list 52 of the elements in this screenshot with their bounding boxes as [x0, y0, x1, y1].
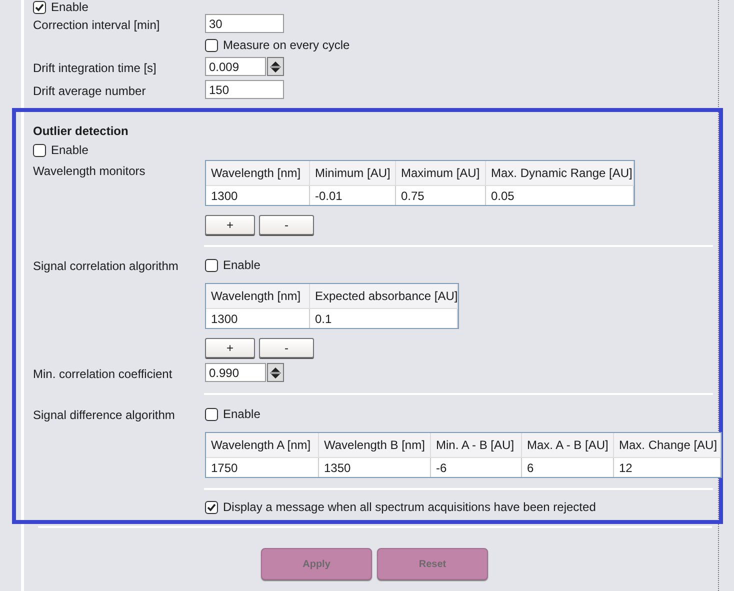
column-header: Max. A - B [AU] — [522, 433, 614, 457]
checkbox[interactable] — [205, 408, 218, 420]
field-label: Min. correlation coefficient — [33, 367, 172, 381]
field-label: Correction interval [min] — [33, 18, 160, 32]
table-cell[interactable]: 12 — [614, 458, 721, 477]
checkbox-label: Display a message when all spectrum acquisitions have been rejected — [223, 499, 596, 516]
checkbox[interactable] — [33, 0, 46, 14]
input-field[interactable]: 0.009 — [205, 57, 266, 76]
input-field[interactable]: 30 — [205, 14, 284, 33]
field-label: Signal correlation algorithm — [33, 259, 178, 273]
table-cell[interactable]: 0.75 — [396, 186, 486, 205]
checkbox-label: Measure on every cycle — [223, 37, 350, 54]
column-header: Minimum [AU] — [310, 161, 396, 185]
spinner-icon[interactable] — [267, 57, 284, 76]
column-header: Expected absorbance [AU] — [310, 284, 458, 308]
add-button[interactable]: + — [205, 215, 255, 235]
checkbox-label: Enable — [223, 257, 260, 274]
input-field[interactable]: 150 — [205, 80, 284, 99]
checkbox-label: Enable — [51, 0, 88, 14]
field-label: Drift average number — [33, 84, 146, 98]
checkbox-label: Enable — [51, 142, 88, 159]
table-cell[interactable]: 0.05 — [486, 186, 634, 205]
column-header: Min. A - B [AU] — [431, 433, 522, 457]
checkbox[interactable] — [205, 258, 218, 272]
table-cell[interactable]: 1300 — [206, 186, 310, 205]
field-label: Signal difference algorithm — [33, 408, 175, 422]
table-cell[interactable]: 1350 — [319, 458, 431, 477]
input-field[interactable]: 0.990 — [205, 363, 266, 382]
table-cell[interactable]: 1300 — [206, 309, 310, 328]
table-cell[interactable]: 6 — [522, 458, 614, 477]
table-cell[interactable]: -0.01 — [310, 186, 396, 205]
table-cell[interactable]: -6 — [431, 458, 522, 477]
table-cell[interactable]: 1750 — [206, 458, 319, 477]
checkbox[interactable] — [205, 500, 218, 514]
spinner-icon[interactable] — [267, 363, 284, 382]
remove-button[interactable]: - — [259, 338, 314, 358]
field-label: Wavelength monitors — [33, 164, 146, 178]
section-title: Outlier detection — [33, 123, 130, 140]
add-button[interactable]: + — [205, 338, 255, 358]
column-header: Wavelength [nm] — [206, 284, 310, 308]
remove-button[interactable]: - — [259, 215, 314, 235]
field-label: Drift integration time [s] — [33, 61, 156, 75]
column-header: Wavelength B [nm] — [319, 433, 431, 457]
column-header: Max. Change [AU] — [614, 433, 721, 457]
checkbox[interactable] — [33, 144, 46, 156]
checkbox-label: Enable — [223, 406, 260, 423]
column-header: Wavelength A [nm] — [206, 433, 319, 457]
column-header: Max. Dynamic Range [AU] — [486, 161, 634, 185]
checkbox[interactable] — [205, 38, 218, 52]
column-header: Maximum [AU] — [396, 161, 486, 185]
column-header: Wavelength [nm] — [206, 161, 310, 185]
table-cell[interactable]: 0.1 — [310, 309, 458, 328]
